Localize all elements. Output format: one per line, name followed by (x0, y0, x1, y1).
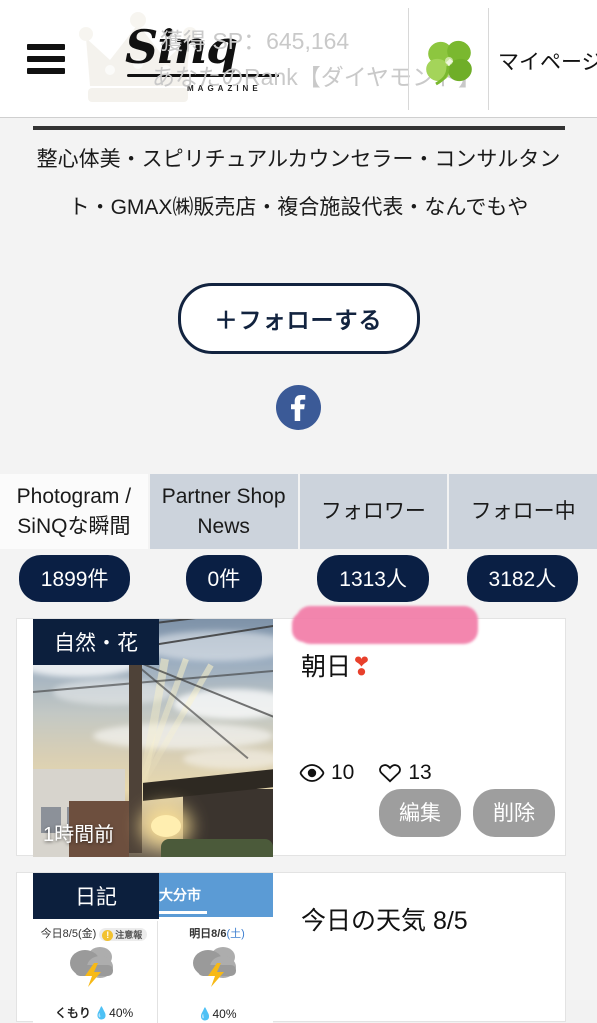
post-timestamp: 1時間前 (43, 824, 115, 846)
tab-followers[interactable]: フォロワー (299, 474, 450, 549)
count-cell-partner: 0件 (149, 554, 298, 602)
sp-points-label: 獲得 SP：645,164 (160, 28, 350, 54)
facebook-icon[interactable] (276, 385, 321, 430)
sun-glow (151, 815, 181, 837)
cloud-thunder-icon (193, 947, 236, 987)
power-pole (129, 653, 142, 853)
follow-button-row: ＋フォローする (0, 283, 597, 354)
edit-button[interactable]: 編集 (379, 789, 461, 837)
heart-icon[interactable] (378, 763, 402, 783)
post-thumbnail[interactable]: 大分市 今日8/5(金)! 注意報 くもり 💧40% 明日8/6(土) 💧40%… (33, 873, 273, 1023)
weather-alert-text: 注意報 (115, 929, 143, 940)
weather-today-text: くもり 💧40% (35, 1004, 153, 1021)
hamburger-menu-icon[interactable] (27, 44, 65, 76)
weather-today-unit: % (122, 1006, 134, 1020)
page-root: Sinq MAGAZINE 獲得 SP：645,164 あなたのRank【ダイヤ… (0, 0, 597, 1023)
heart-exclamation-icon: ❣ (351, 653, 372, 681)
weather-tomorrow-unit: % (225, 1007, 237, 1021)
profile-tabs: Photogram / SiNQな瞬間 Partner Shop News フォ… (0, 474, 597, 549)
count-cell-following: 3182人 (448, 554, 597, 602)
weather-tomorrow-day: (土) (226, 928, 245, 940)
header-divider-left (408, 8, 409, 110)
cloud-thunder-icon (70, 947, 113, 987)
like-count: 13 (408, 761, 432, 784)
weather-today-day: (金) (77, 928, 97, 940)
mypage-link[interactable]: マイページ (498, 46, 597, 76)
tab-photogram[interactable]: Photogram / SiNQな瞬間 (0, 474, 150, 549)
header-divider-right (488, 8, 489, 110)
raindrop-icon: 💧 (94, 1006, 110, 1020)
post-thumbnail[interactable]: 自然・花 1時間前 (33, 619, 273, 857)
profile-bio: 整心体美・スピリチュアルカウンセラー・コンサルタント・GMAX㈱販売店・複合施設… (36, 148, 561, 219)
weather-tomorrow-date: 明日8/6(土) (158, 925, 273, 941)
weather-today-date: 今日8/5(金)! 注意報 (35, 925, 153, 941)
count-badge-followers[interactable]: 1313人 (317, 554, 429, 602)
post-body: 今日の天気 8/5 (289, 873, 565, 1021)
profile-top-rule (33, 126, 565, 130)
post-title-text: 朝日 (301, 653, 352, 681)
post-category-badge: 自然・花 (33, 619, 159, 665)
post-title[interactable]: 今日の天気 8/5 (301, 901, 468, 937)
count-badge-partner[interactable]: 0件 (185, 554, 263, 602)
header-bottom-rule (0, 117, 597, 118)
tab-partner-shop-news[interactable]: Partner Shop News (149, 474, 300, 549)
weather-today-column: 今日8/5(金)! 注意報 くもり 💧40% (35, 921, 153, 1023)
weather-city: 大分市 (159, 887, 201, 903)
alert-icon: ! (102, 929, 114, 941)
eye-icon (299, 764, 325, 782)
count-cell-followers: 1313人 (299, 554, 448, 602)
post-title[interactable]: 朝日❣ (301, 647, 372, 683)
post-category-badge: 日記 (33, 873, 159, 919)
delete-button[interactable]: 削除 (473, 789, 555, 837)
tab-following[interactable]: フォロー中 (449, 474, 597, 549)
weather-today-date-text: 今日8/5 (40, 928, 78, 940)
post-card[interactable]: 自然・花 1時間前 朝日❣ 10 13 編集 削除 (16, 618, 566, 857)
weather-city-underline (159, 911, 207, 914)
post-actions: 編集 削除 (379, 789, 555, 837)
weather-tomorrow-column: 明日8/6(土) 💧40% (157, 921, 273, 1023)
tab-count-row: 1899件 0件 1313人 3182人 (0, 554, 597, 602)
site-header: Sinq MAGAZINE 獲得 SP：645,164 あなたのRank【ダイヤ… (0, 0, 597, 118)
clover-icon[interactable] (418, 36, 480, 86)
social-links-row (0, 385, 597, 430)
raindrop-icon: 💧 (197, 1007, 213, 1021)
pink-highlight-annotation (292, 606, 478, 644)
count-cell-photogram: 1899件 (0, 554, 149, 602)
weather-today-rain: 40 (109, 1006, 123, 1020)
weather-today-desc: くもり (54, 1006, 91, 1020)
count-badge-photogram[interactable]: 1899件 (18, 554, 131, 602)
weather-tomorrow-rain: 40 (212, 1007, 226, 1021)
count-badge-following[interactable]: 3182人 (466, 554, 579, 602)
weather-tomorrow-text: 💧40% (158, 1007, 273, 1021)
view-count: 10 (331, 761, 355, 784)
weather-tomorrow-date-text: 明日8/6 (189, 928, 227, 940)
post-stats: 10 13 (299, 761, 432, 785)
follow-button[interactable]: ＋フォローする (177, 283, 420, 354)
weather-alert-badge: ! 注意報 (99, 927, 148, 941)
post-body: 朝日❣ 10 13 編集 削除 (289, 619, 565, 855)
tree-line (161, 839, 273, 857)
